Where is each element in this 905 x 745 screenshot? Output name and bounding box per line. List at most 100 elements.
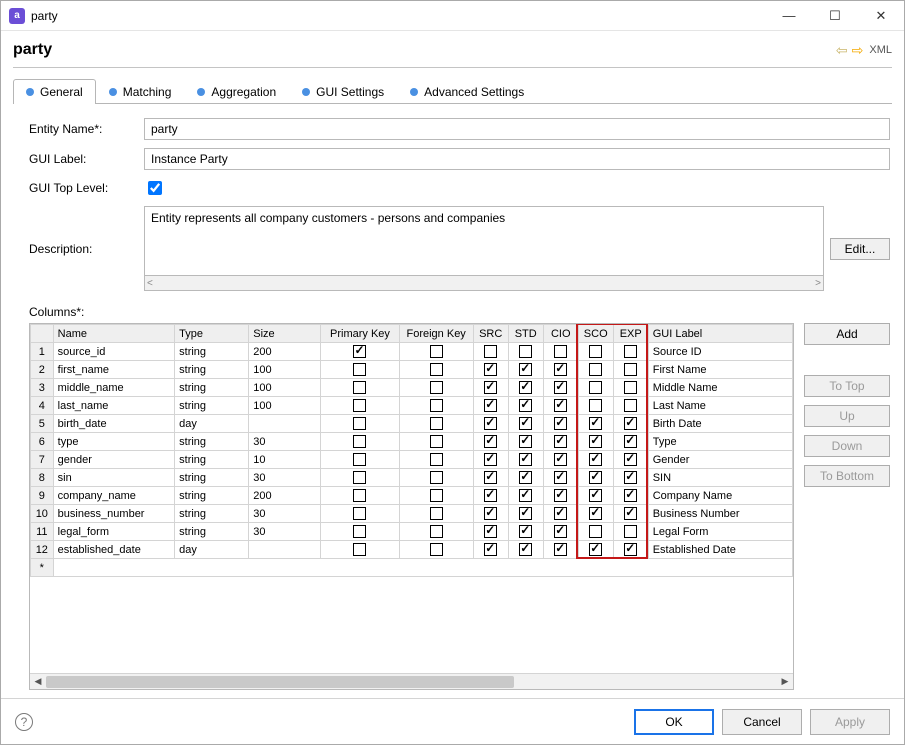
edit-button[interactable]: Edit...	[830, 238, 890, 260]
apply-button[interactable]: Apply	[810, 709, 890, 735]
cell-src[interactable]	[473, 343, 508, 361]
table-row[interactable]: 12established_datedayEstablished Date	[31, 541, 793, 559]
cell-std[interactable]	[508, 379, 543, 397]
cell-size[interactable]: 10	[249, 451, 321, 469]
table-row[interactable]: 8sinstring30SIN	[31, 469, 793, 487]
down-button[interactable]: Down	[804, 435, 890, 457]
add-button[interactable]: Add	[804, 323, 890, 345]
cell-primary-key[interactable]	[321, 379, 399, 397]
cell-gui-label[interactable]: Legal Form	[648, 523, 792, 541]
cell-gui-label[interactable]: Last Name	[648, 397, 792, 415]
cell-cio[interactable]	[543, 433, 578, 451]
cell-std[interactable]	[508, 505, 543, 523]
gui-top-level-checkbox[interactable]	[148, 181, 162, 195]
cell-size[interactable]: 30	[249, 469, 321, 487]
cell-exp[interactable]	[613, 361, 648, 379]
cell-cio[interactable]	[543, 523, 578, 541]
cell-src[interactable]	[473, 451, 508, 469]
cell-primary-key[interactable]	[321, 433, 399, 451]
help-icon[interactable]: ?	[15, 713, 33, 731]
cell-exp[interactable]	[613, 469, 648, 487]
cell-src[interactable]	[473, 469, 508, 487]
cell-src[interactable]	[473, 523, 508, 541]
cell-size[interactable]	[249, 415, 321, 433]
up-button[interactable]: Up	[804, 405, 890, 427]
cell-cio[interactable]	[543, 541, 578, 559]
cell-foreign-key[interactable]	[399, 451, 473, 469]
description-hscroll[interactable]: <>	[144, 276, 824, 291]
table-row[interactable]: 3middle_namestring100Middle Name	[31, 379, 793, 397]
cell-primary-key[interactable]	[321, 541, 399, 559]
cell-name[interactable]: type	[53, 433, 175, 451]
cell-gui-label[interactable]: Type	[648, 433, 792, 451]
cell-std[interactable]	[508, 343, 543, 361]
new-row-cells[interactable]	[53, 559, 792, 577]
cell-src[interactable]	[473, 361, 508, 379]
close-button[interactable]: ✕	[858, 1, 904, 31]
cell-name[interactable]: source_id	[53, 343, 175, 361]
cell-size[interactable]: 100	[249, 379, 321, 397]
col-header-primary-key[interactable]: Primary Key	[321, 325, 399, 343]
cell-foreign-key[interactable]	[399, 433, 473, 451]
cell-name[interactable]: last_name	[53, 397, 175, 415]
cell-type[interactable]: string	[175, 451, 249, 469]
cell-primary-key[interactable]	[321, 469, 399, 487]
cell-type[interactable]: string	[175, 505, 249, 523]
cell-type[interactable]: string	[175, 397, 249, 415]
col-header-sco[interactable]: SCO	[578, 325, 613, 343]
grid-hscroll[interactable]: ◀ ▶	[30, 673, 793, 689]
cell-name[interactable]: sin	[53, 469, 175, 487]
cell-gui-label[interactable]: Established Date	[648, 541, 792, 559]
cell-size[interactable]: 30	[249, 505, 321, 523]
cell-foreign-key[interactable]	[399, 397, 473, 415]
cell-name[interactable]: middle_name	[53, 379, 175, 397]
cell-type[interactable]: string	[175, 469, 249, 487]
cell-foreign-key[interactable]	[399, 361, 473, 379]
col-header-std[interactable]: STD	[508, 325, 543, 343]
cell-type[interactable]: day	[175, 415, 249, 433]
cell-cio[interactable]	[543, 505, 578, 523]
entity-name-input[interactable]	[144, 118, 890, 140]
cell-foreign-key[interactable]	[399, 343, 473, 361]
cell-sco[interactable]	[578, 433, 613, 451]
xml-link[interactable]: XML	[869, 44, 892, 56]
cell-foreign-key[interactable]	[399, 415, 473, 433]
table-row[interactable]: 4last_namestring100Last Name	[31, 397, 793, 415]
cell-cio[interactable]	[543, 487, 578, 505]
nav-forward-icon[interactable]: ⇨	[852, 42, 864, 59]
table-row[interactable]: 9company_namestring200Company Name	[31, 487, 793, 505]
cell-sco[interactable]	[578, 505, 613, 523]
cell-cio[interactable]	[543, 469, 578, 487]
cell-std[interactable]	[508, 523, 543, 541]
cell-src[interactable]	[473, 379, 508, 397]
cell-sco[interactable]	[578, 415, 613, 433]
cell-exp[interactable]	[613, 451, 648, 469]
cell-gui-label[interactable]: SIN	[648, 469, 792, 487]
tab-aggregation[interactable]: Aggregation	[184, 79, 289, 104]
cell-type[interactable]: string	[175, 487, 249, 505]
table-row[interactable]: 5birth_datedayBirth Date	[31, 415, 793, 433]
cell-sco[interactable]	[578, 541, 613, 559]
cell-primary-key[interactable]	[321, 451, 399, 469]
cell-cio[interactable]	[543, 343, 578, 361]
cell-src[interactable]	[473, 433, 508, 451]
cell-type[interactable]: day	[175, 541, 249, 559]
cell-std[interactable]	[508, 451, 543, 469]
cell-sco[interactable]	[578, 523, 613, 541]
col-header-gui-label[interactable]: GUI Label	[648, 325, 792, 343]
cell-std[interactable]	[508, 397, 543, 415]
cell-type[interactable]: string	[175, 361, 249, 379]
to-bottom-button[interactable]: To Bottom	[804, 465, 890, 487]
cell-primary-key[interactable]	[321, 523, 399, 541]
table-row[interactable]: 7genderstring10Gender	[31, 451, 793, 469]
cell-src[interactable]	[473, 487, 508, 505]
cell-foreign-key[interactable]	[399, 469, 473, 487]
maximize-button[interactable]: ☐	[812, 1, 858, 31]
tab-general[interactable]: General	[13, 79, 96, 104]
cell-src[interactable]	[473, 415, 508, 433]
ok-button[interactable]: OK	[634, 709, 714, 735]
minimize-button[interactable]: ―	[766, 1, 812, 31]
cell-std[interactable]	[508, 469, 543, 487]
table-row[interactable]: 2first_namestring100First Name	[31, 361, 793, 379]
table-row[interactable]: 1source_idstring200Source ID	[31, 343, 793, 361]
